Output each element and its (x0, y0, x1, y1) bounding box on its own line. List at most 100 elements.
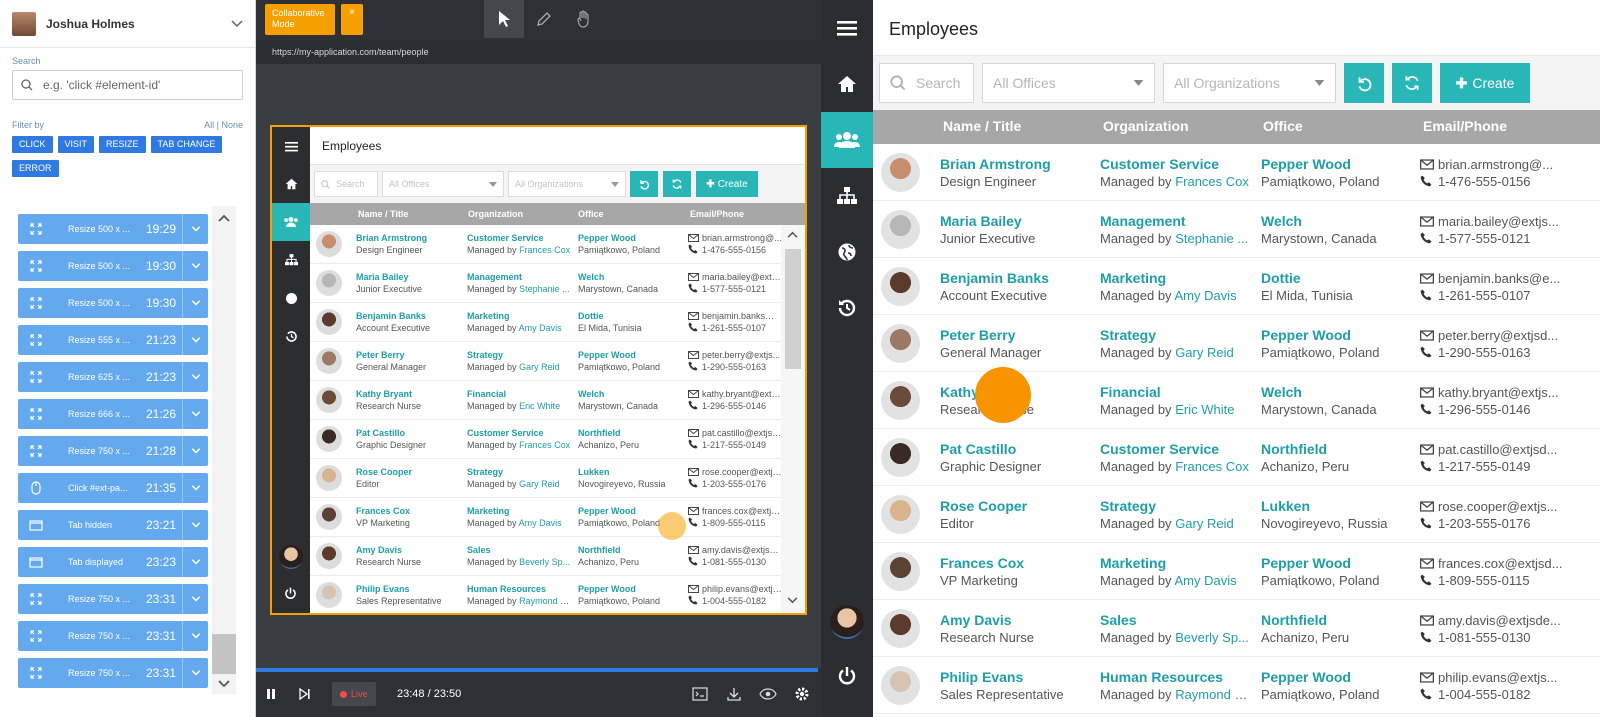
employee-name[interactable]: Rose Cooper (940, 498, 1090, 515)
collaborative-mode-badge[interactable]: Collaborative Mode (265, 4, 335, 35)
event-expand-button[interactable] (182, 658, 208, 688)
chevron-down-icon[interactable] (231, 19, 243, 28)
employee-office[interactable]: Pepper Wood (578, 583, 682, 595)
employee-email[interactable]: pat.castillo@extjsd... (1438, 442, 1557, 457)
employee-org[interactable]: Marketing (467, 310, 571, 322)
nav-home-small[interactable] (272, 165, 310, 203)
employee-name[interactable]: Rose Cooper (356, 466, 460, 478)
refresh-button[interactable] (1392, 63, 1432, 103)
employee-email[interactable]: maria.bailey@extjs... (702, 272, 781, 282)
manager-link[interactable]: Frances Cox (519, 440, 570, 450)
employee-email[interactable]: kathy.bryant@extjs... (702, 389, 781, 399)
employee-phone[interactable]: 1-476-555-0156 (1438, 174, 1531, 189)
employee-name[interactable]: Benjamin Banks (356, 310, 460, 322)
employee-org[interactable]: Marketing (467, 505, 571, 517)
manager-link[interactable]: Frances Cox (1175, 459, 1249, 474)
menu-button-small[interactable] (272, 127, 310, 165)
hand-tool[interactable] (564, 0, 604, 38)
table-row[interactable]: Amy Davis Research Nurse Sales Managed by … (873, 600, 1600, 657)
console-button[interactable] (692, 682, 708, 706)
employee-phone[interactable]: 1-290-555-0163 (1438, 345, 1531, 360)
employee-email[interactable]: benjamin.banks@e... (702, 311, 781, 321)
employee-name[interactable]: Pat Castillo (940, 441, 1090, 458)
offices-select[interactable]: All Offices (982, 63, 1155, 103)
manager-link[interactable]: Beverly Sp... (1175, 630, 1249, 645)
manager-link[interactable]: Gary Reid (1175, 516, 1234, 531)
employee-name[interactable]: Philip Evans (940, 669, 1090, 686)
nav-history-small[interactable] (272, 317, 310, 355)
employee-phone[interactable]: 1-081-555-0130 (1438, 630, 1531, 645)
recorded-app-frame[interactable]: Employees Search All Offices All Organiz… (270, 125, 807, 615)
employee-org[interactable]: Marketing (1100, 270, 1250, 287)
manager-link[interactable]: Frances Cox (519, 245, 570, 255)
pointer-tool[interactable] (484, 0, 524, 38)
table-row[interactable]: Frances Cox VP Marketing Marketing Managed… (310, 498, 781, 537)
table-row[interactable]: Philip Evans Sales Representative Human R… (310, 576, 781, 613)
table-row[interactable]: Amy Davis Research Nurse Sales Managed by … (310, 537, 781, 576)
col-office[interactable]: Office (1263, 118, 1303, 134)
employee-office[interactable]: Northfield (1261, 612, 1411, 629)
undo-button[interactable] (1344, 63, 1384, 103)
employee-phone[interactable]: 1-203-555-0176 (702, 479, 766, 489)
event-item[interactable]: Tab displayed 23:23 (18, 547, 208, 577)
nav-people-small[interactable] (272, 203, 310, 241)
col-email-small[interactable]: Email/Phone (690, 209, 744, 219)
event-item[interactable]: Resize 500 x ... 19:30 (18, 288, 208, 318)
pen-tool[interactable] (524, 0, 564, 38)
scroll-down-icon[interactable] (218, 680, 230, 688)
event-item[interactable]: Resize 750 x ... 23:31 (18, 621, 208, 651)
manager-link[interactable]: Amy Davis (1174, 288, 1236, 303)
table-row[interactable]: Benjamin Banks Account Executive Marketin… (310, 303, 781, 342)
table-row[interactable]: Maria Bailey Junior Executive Management M… (310, 264, 781, 303)
search-input[interactable]: Search (879, 63, 974, 103)
table-row[interactable]: Peter Berry General Manager Strategy Manag… (873, 315, 1600, 372)
employee-name[interactable]: Peter Berry (356, 349, 460, 361)
employee-office[interactable]: Lukken (1261, 498, 1411, 515)
undo-button-small[interactable] (630, 171, 658, 197)
employee-org[interactable]: Customer Service (467, 427, 571, 439)
filter-all-link[interactable]: All (204, 120, 214, 130)
filter-chip[interactable]: RESIZE (99, 136, 146, 153)
employee-phone[interactable]: 1-296-555-0146 (702, 401, 766, 411)
employee-office[interactable]: Pepper Wood (578, 232, 682, 244)
col-org-small[interactable]: Organization (468, 209, 523, 219)
employee-office[interactable]: Pepper Wood (1261, 156, 1411, 173)
filter-none-link[interactable]: None (221, 120, 243, 130)
logout-button[interactable] (821, 648, 873, 704)
employee-office[interactable]: Dottie (578, 310, 682, 322)
employee-phone[interactable]: 1-809-555-0115 (702, 518, 765, 528)
filter-chip[interactable]: CLICK (12, 136, 53, 153)
nav-offices[interactable] (821, 224, 873, 280)
employee-org[interactable]: Financial (1100, 384, 1250, 401)
employee-office[interactable]: Pepper Wood (1261, 327, 1411, 344)
employee-phone[interactable]: 1-809-555-0115 (1438, 573, 1530, 588)
table-row[interactable]: Rose Cooper Editor Strategy Managed by Gar… (873, 486, 1600, 543)
employee-phone[interactable]: 1-217-555-0149 (702, 440, 766, 450)
col-email-phone[interactable]: Email/Phone (1423, 118, 1507, 134)
event-item[interactable]: Resize 750 x ... 23:31 (18, 584, 208, 614)
event-expand-button[interactable] (182, 362, 208, 392)
event-item[interactable]: Resize 555 x ... 21:23 (18, 325, 208, 355)
employee-office[interactable]: Northfield (578, 544, 682, 556)
table-row[interactable]: Benjamin Banks Account Executive Marketin… (873, 258, 1600, 315)
create-button-small[interactable]: ✚ Create (696, 171, 758, 197)
employee-office[interactable]: Northfield (1261, 441, 1411, 458)
current-user-avatar[interactable] (821, 594, 873, 650)
employee-name[interactable]: Philip Evans (356, 583, 460, 595)
filter-chip[interactable]: VISIT (57, 136, 95, 153)
employee-email[interactable]: benjamin.banks@e... (1438, 271, 1560, 286)
manager-link[interactable]: Gary Reid (519, 362, 560, 372)
employee-name[interactable]: Peter Berry (940, 327, 1090, 344)
employee-email[interactable]: maria.bailey@extjs... (1438, 214, 1559, 229)
employee-org[interactable]: Strategy (467, 349, 571, 361)
event-expand-button[interactable] (182, 399, 208, 429)
event-item[interactable]: Tab hidden 23:21 (18, 510, 208, 540)
employee-name[interactable]: Maria Bailey (356, 271, 460, 283)
table-row[interactable]: Frances Cox VP Marketing Marketing Managed… (873, 543, 1600, 600)
employee-email[interactable]: rose.cooper@extjs... (702, 467, 781, 477)
event-item[interactable]: Resize 500 x ... 19:30 (18, 251, 208, 281)
employee-name[interactable]: Frances Cox (940, 555, 1090, 572)
manager-link[interactable]: Raymond K... (1175, 687, 1250, 702)
employee-org[interactable]: Sales (467, 544, 571, 556)
employee-phone[interactable]: 1-261-555-0107 (702, 323, 766, 333)
